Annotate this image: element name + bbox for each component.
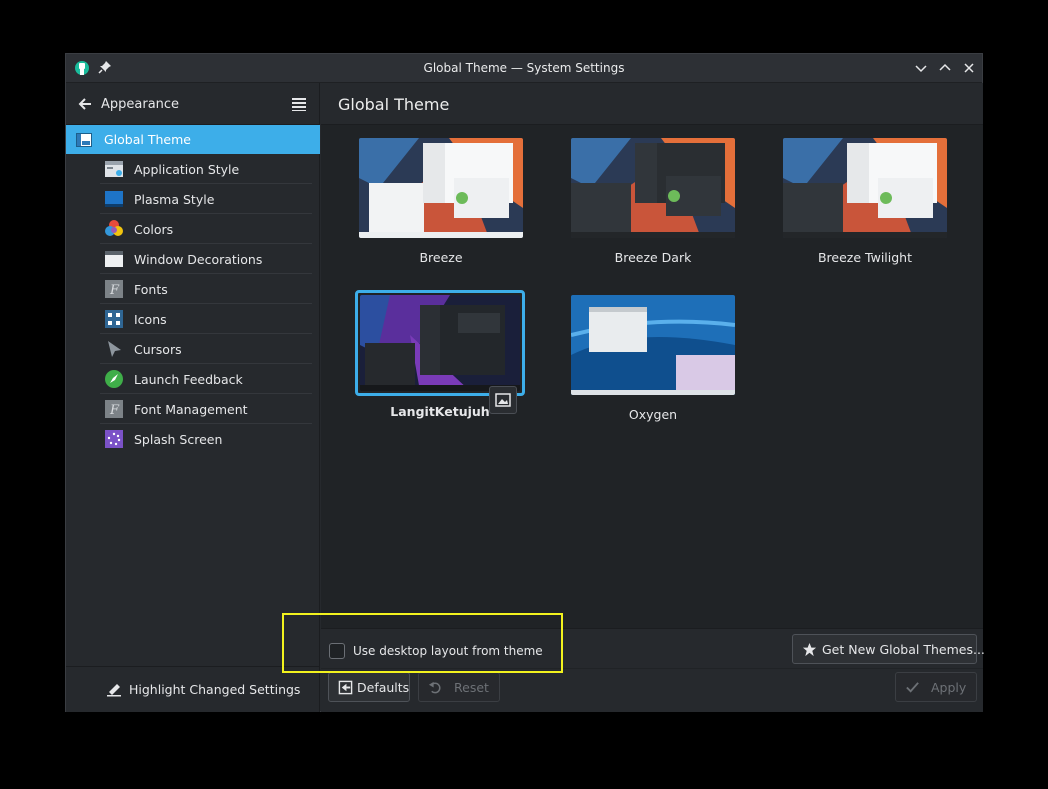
title-bar: Global Theme — System Settings — [66, 54, 982, 83]
launch-feedback-icon — [105, 370, 123, 388]
hamburger-menu-icon[interactable] — [292, 97, 306, 111]
sidebar-item-label: Icons — [134, 312, 167, 327]
sidebar-item-label: Launch Feedback — [134, 372, 243, 387]
application-style-icon — [105, 161, 123, 177]
window-decorations-icon — [105, 251, 123, 267]
sidebar-item-global-theme[interactable]: Global Theme — [66, 125, 320, 154]
theme-grid: Breeze Breeze Dark Breeze Twilight Langi… — [321, 126, 983, 626]
get-new-global-themes-label: Get New Global Themes... — [822, 642, 985, 657]
sidebar-item-label: Global Theme — [104, 132, 191, 147]
apply-label: Apply — [931, 680, 967, 695]
colors-icon — [105, 220, 123, 236]
sidebar-item-application-style[interactable]: Application Style — [100, 154, 312, 184]
svg-text:F: F — [109, 283, 120, 298]
page-title: Global Theme — [338, 95, 450, 114]
defaults-label: Defaults — [357, 680, 410, 695]
splash-screen-icon — [105, 430, 123, 448]
svg-text:F: F — [109, 403, 120, 418]
sidebar-item-launch-feedback[interactable]: Launch Feedback — [100, 364, 312, 394]
fonts-icon: F — [105, 280, 123, 298]
theme-card-langitketujuh[interactable]: LangitKetujuh — [355, 280, 525, 420]
close-icon[interactable] — [961, 60, 977, 76]
main-header: Global Theme — [321, 83, 983, 125]
theme-thumbnail — [571, 138, 735, 238]
theme-thumbnail — [571, 295, 735, 395]
sidebar-back-label[interactable]: Appearance — [101, 97, 179, 112]
cursors-icon — [108, 341, 121, 357]
star-icon — [802, 642, 817, 657]
sidebar-header: Appearance — [66, 83, 320, 125]
sidebar-item-fonts[interactable]: F Fonts — [100, 274, 312, 304]
global-theme-icon — [76, 133, 92, 147]
sidebar-item-splash-screen[interactable]: Splash Screen — [100, 424, 312, 454]
sidebar-item-window-decorations[interactable]: Window Decorations — [100, 244, 312, 274]
theme-card-breeze-twilight[interactable]: Breeze Twilight — [780, 126, 950, 266]
icons-icon — [105, 310, 123, 328]
sidebar-item-label: Application Style — [134, 162, 240, 177]
theme-card-breeze[interactable]: Breeze — [356, 126, 526, 266]
back-arrow-icon[interactable] — [78, 97, 92, 111]
minimize-icon[interactable] — [913, 60, 929, 76]
theme-name: LangitKetujuh — [390, 404, 490, 419]
sidebar-list: Application Style Plasma Style Colors Wi… — [66, 154, 320, 454]
sidebar-item-colors[interactable]: Colors — [100, 214, 312, 244]
annotation-highlight-box — [282, 613, 563, 673]
sidebar-item-font-management[interactable]: F Font Management — [100, 394, 312, 424]
undo-icon — [428, 681, 441, 694]
sidebar-item-label: Plasma Style — [134, 192, 215, 207]
theme-thumbnail — [783, 138, 947, 238]
theme-name: Breeze Dark — [614, 250, 692, 265]
dialog-footer: Defaults Reset Apply — [321, 669, 983, 712]
plasma-style-icon — [105, 191, 123, 207]
theme-thumbnail — [360, 295, 520, 391]
reset-button[interactable]: Reset — [418, 672, 500, 702]
defaults-button[interactable]: Defaults — [328, 672, 410, 702]
defaults-icon — [338, 680, 353, 695]
font-management-icon: F — [105, 400, 123, 418]
window-title: Global Theme — System Settings — [423, 61, 625, 75]
sidebar-item-label: Cursors — [134, 342, 182, 357]
maximize-icon[interactable] — [937, 60, 953, 76]
theme-name: Breeze Twilight — [817, 250, 912, 265]
sidebar-item-label: Fonts — [134, 282, 168, 297]
highlight-changed-settings-label: Highlight Changed Settings — [129, 682, 301, 697]
get-new-global-themes-button[interactable]: Get New Global Themes... — [792, 634, 985, 664]
reset-label: Reset — [454, 680, 489, 695]
checkmark-icon — [906, 682, 919, 693]
sidebar-item-label: Colors — [134, 222, 174, 237]
highlighter-icon — [107, 684, 121, 697]
sidebar-item-label: Font Management — [134, 402, 248, 417]
sidebar-item-cursors[interactable]: Cursors — [100, 334, 312, 364]
sidebar-item-plasma-style[interactable]: Plasma Style — [100, 184, 312, 214]
sidebar-item-label: Splash Screen — [134, 432, 223, 447]
theme-name: Oxygen — [628, 407, 678, 422]
theme-card-oxygen[interactable]: Oxygen — [568, 283, 738, 423]
theme-card-breeze-dark[interactable]: Breeze Dark — [568, 126, 738, 266]
sidebar-item-icons[interactable]: Icons — [100, 304, 312, 334]
theme-name: Breeze — [419, 250, 463, 265]
apply-button[interactable]: Apply — [895, 672, 977, 702]
theme-thumbnail — [359, 138, 523, 238]
sidebar-item-label: Window Decorations — [134, 252, 263, 267]
